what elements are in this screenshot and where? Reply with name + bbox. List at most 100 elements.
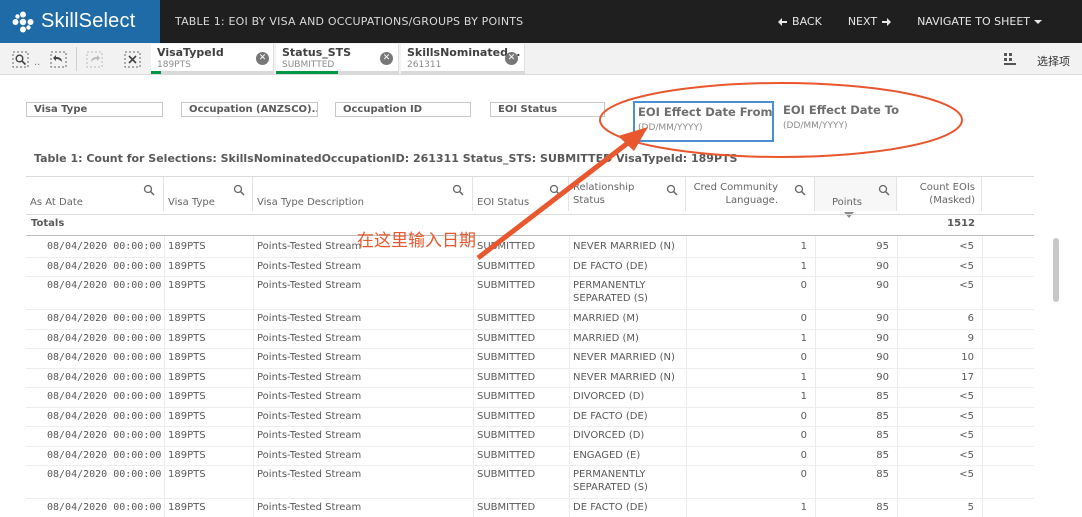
cell-eoi-status[interactable]: SUBMITTED — [477, 332, 535, 345]
cell-points[interactable]: 90 — [837, 371, 889, 384]
clear-all-selections-icon[interactable] — [124, 51, 141, 68]
cell-visa-type[interactable]: 189PTS — [168, 240, 206, 253]
cell-points[interactable]: 90 — [837, 312, 889, 325]
cell-visa-description[interactable]: Points-Tested Stream — [257, 468, 361, 481]
cell-as-at-date[interactable]: 08/04/2020 00:00:00 — [47, 468, 161, 481]
cell-count-eois[interactable]: 6 — [922, 312, 974, 325]
cell-points[interactable]: 90 — [837, 260, 889, 273]
filter-occupation-anzsco[interactable]: Occupation (ANZSCO)... — [181, 102, 318, 117]
cell-cred-language[interactable]: 1 — [755, 260, 807, 273]
column-header-visa-type[interactable]: Visa Type — [164, 177, 253, 211]
cell-points[interactable]: 85 — [837, 468, 889, 481]
cell-cred-language[interactable]: 1 — [755, 332, 807, 345]
cell-visa-type[interactable]: 189PTS — [168, 371, 206, 384]
selection-chip-skillsnominated[interactable]: SkillsNominated... 261311 ✕ — [401, 44, 525, 74]
cell-points[interactable]: 85 — [837, 501, 889, 514]
cell-visa-description[interactable]: Points-Tested Stream — [257, 410, 361, 423]
cell-relationship-status[interactable]: NEVER MARRIED (N) — [573, 351, 675, 364]
cell-visa-description[interactable]: Points-Tested Stream — [257, 279, 361, 292]
cell-eoi-status[interactable]: SUBMITTED — [477, 279, 535, 292]
cell-as-at-date[interactable]: 08/04/2020 00:00:00 — [47, 501, 161, 514]
step-back-icon[interactable] — [50, 51, 67, 68]
scrollbar-thumb[interactable] — [1053, 238, 1059, 302]
cell-cred-language[interactable]: 1 — [755, 390, 807, 403]
filter-eoi-status[interactable]: EOI Status — [490, 102, 605, 117]
cell-as-at-date[interactable]: 08/04/2020 00:00:00 — [47, 351, 161, 364]
cell-eoi-status[interactable]: SUBMITTED — [477, 468, 535, 481]
column-header-visa-type-description[interactable]: Visa Type Description — [253, 177, 473, 211]
cell-cred-language[interactable]: 0 — [755, 279, 807, 292]
navigate-to-sheet-button[interactable]: NAVIGATE TO SHEET — [917, 15, 1042, 28]
selections-menu-icon[interactable] — [1003, 52, 1017, 66]
cell-visa-type[interactable]: 189PTS — [168, 501, 206, 514]
cell-visa-description[interactable]: Points-Tested Stream — [257, 351, 361, 364]
cell-eoi-status[interactable]: SUBMITTED — [477, 371, 535, 384]
cell-count-eois[interactable]: <5 — [922, 390, 974, 403]
cell-eoi-status[interactable]: SUBMITTED — [477, 260, 535, 273]
cell-as-at-date[interactable]: 08/04/2020 00:00:00 — [47, 429, 161, 442]
cell-points[interactable]: 90 — [837, 332, 889, 345]
search-icon[interactable] — [549, 184, 561, 196]
cell-cred-language[interactable]: 0 — [755, 312, 807, 325]
cell-relationship-status[interactable]: DE FACTO (DE) — [573, 501, 648, 514]
cell-visa-type[interactable]: 189PTS — [168, 260, 206, 273]
cell-cred-language[interactable]: 1 — [755, 501, 807, 514]
selections-menu-label[interactable]: 选择项 — [1037, 53, 1070, 69]
cell-visa-description[interactable]: Points-Tested Stream — [257, 429, 361, 442]
cell-visa-description[interactable]: Points-Tested Stream — [257, 240, 361, 253]
cell-as-at-date[interactable]: 08/04/2020 00:00:00 — [47, 312, 161, 325]
cell-cred-language[interactable]: 0 — [755, 468, 807, 481]
cell-points[interactable]: 90 — [837, 351, 889, 364]
step-forward-icon[interactable] — [86, 51, 103, 68]
cell-relationship-status[interactable]: DE FACTO (DE) — [573, 410, 648, 423]
cell-points[interactable]: 85 — [837, 390, 889, 403]
cell-eoi-status[interactable]: SUBMITTED — [477, 351, 535, 364]
cell-cred-language[interactable]: 0 — [755, 410, 807, 423]
cell-count-eois[interactable]: 9 — [922, 332, 974, 345]
cell-count-eois[interactable]: <5 — [922, 260, 974, 273]
column-header-eoi-status[interactable]: EOI Status — [473, 177, 569, 211]
cell-visa-description[interactable]: Points-Tested Stream — [257, 501, 361, 514]
cell-eoi-status[interactable]: SUBMITTED — [477, 240, 535, 253]
cell-visa-type[interactable]: 189PTS — [168, 410, 206, 423]
cell-relationship-status[interactable]: ENGAGED (E) — [573, 449, 640, 462]
skillselect-logo[interactable]: SkillSelect — [0, 0, 160, 43]
cell-visa-type[interactable]: 189PTS — [168, 279, 206, 292]
clear-selection-icon[interactable]: ✕ — [380, 52, 393, 65]
selection-chip-status-sts[interactable]: Status_STS SUBMITTED ✕ — [276, 44, 399, 74]
cell-as-at-date[interactable]: 08/04/2020 00:00:00 — [47, 240, 161, 253]
cell-as-at-date[interactable]: 08/04/2020 00:00:00 — [47, 260, 161, 273]
cell-eoi-status[interactable]: SUBMITTED — [477, 312, 535, 325]
cell-count-eois[interactable]: 5 — [922, 501, 974, 514]
cell-visa-type[interactable]: 189PTS — [168, 390, 206, 403]
cell-points[interactable]: 85 — [837, 449, 889, 462]
cell-visa-description[interactable]: Points-Tested Stream — [257, 449, 361, 462]
cell-count-eois[interactable]: <5 — [922, 279, 974, 292]
cell-as-at-date[interactable]: 08/04/2020 00:00:00 — [47, 410, 161, 423]
column-header-points[interactable]: Points — [815, 177, 897, 211]
cell-count-eois[interactable]: <5 — [922, 410, 974, 423]
cell-relationship-status[interactable]: PERMANENTLY SEPARATED (S) — [573, 468, 673, 494]
column-header-count-eois-masked[interactable]: Count EOIs (Masked) — [897, 177, 982, 211]
column-header-as-at-date[interactable]: As At Date — [26, 177, 164, 211]
next-button[interactable]: NEXT — [848, 15, 892, 28]
cell-as-at-date[interactable]: 08/04/2020 00:00:00 — [47, 449, 161, 462]
cell-as-at-date[interactable]: 08/04/2020 00:00:00 — [47, 279, 161, 292]
cell-points[interactable]: 90 — [837, 279, 889, 292]
smart-search-icon[interactable] — [12, 51, 29, 68]
back-button[interactable]: BACK — [778, 15, 822, 28]
cell-visa-description[interactable]: Points-Tested Stream — [257, 371, 361, 384]
cell-visa-type[interactable]: 189PTS — [168, 449, 206, 462]
cell-relationship-status[interactable]: NEVER MARRIED (N) — [573, 371, 675, 384]
search-icon[interactable] — [452, 184, 464, 196]
cell-visa-description[interactable]: Points-Tested Stream — [257, 260, 361, 273]
cell-cred-language[interactable]: 1 — [755, 240, 807, 253]
cell-visa-type[interactable]: 189PTS — [168, 351, 206, 364]
cell-points[interactable]: 85 — [837, 410, 889, 423]
cell-count-eois[interactable]: <5 — [922, 468, 974, 481]
clear-selection-icon[interactable]: ✕ — [505, 52, 518, 65]
cell-cred-language[interactable]: 0 — [755, 429, 807, 442]
cell-eoi-status[interactable]: SUBMITTED — [477, 501, 535, 514]
cell-visa-type[interactable]: 189PTS — [168, 429, 206, 442]
cell-relationship-status[interactable]: MARRIED (M) — [573, 312, 639, 325]
